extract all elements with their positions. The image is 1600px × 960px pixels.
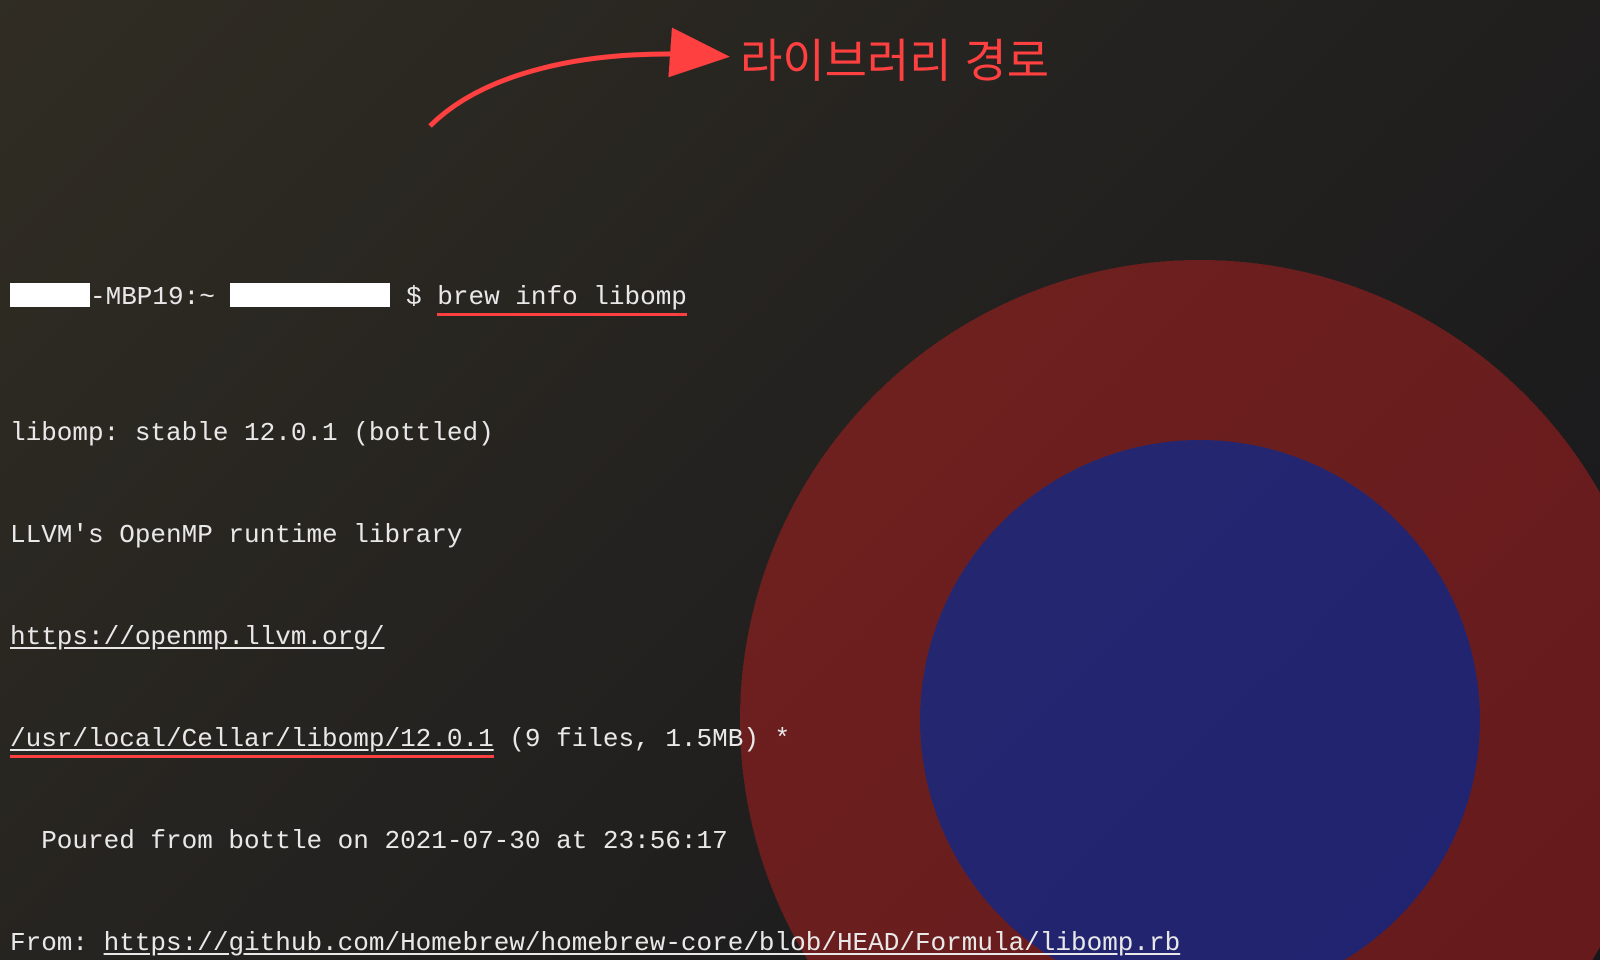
annotation-label: 라이브러리 경로	[740, 44, 1049, 78]
info-url[interactable]: https://openmp.llvm.org/	[10, 622, 384, 652]
redacted-user	[10, 283, 90, 307]
redacted-path	[230, 283, 390, 307]
info-desc: LLVM's OpenMP runtime library	[10, 518, 1590, 552]
info-stable: libomp: stable 12.0.1 (bottled)	[10, 416, 1590, 450]
cellar-path: /usr/local/Cellar/libomp/12.0.1	[10, 724, 494, 758]
info-cellar: /usr/local/Cellar/libomp/12.0.1 (9 files…	[10, 722, 1590, 756]
command-brew-info: brew info libomp	[437, 282, 687, 316]
info-poured: Poured from bottle on 2021-07-30 at 23:5…	[10, 824, 1590, 858]
terminal-window[interactable]: 라이브러리 경로 -MBP19:~ $ brew info libomp lib…	[0, 0, 1600, 960]
prompt-line-1: -MBP19:~ $ brew info libomp	[10, 280, 1590, 314]
info-from: From: https://github.com/Homebrew/homebr…	[10, 926, 1590, 960]
info-from-url[interactable]: https://github.com/Homebrew/homebrew-cor…	[104, 928, 1181, 958]
annotation-arrow-icon	[420, 16, 740, 136]
